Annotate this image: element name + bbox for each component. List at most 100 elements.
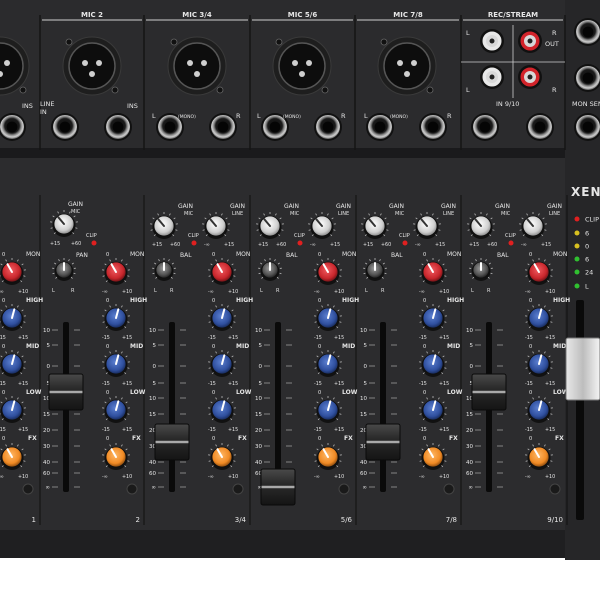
low-min-label: -15: [525, 427, 533, 433]
channel-number: 9/10: [547, 516, 563, 524]
mon-min-label: -∞: [314, 290, 320, 295]
clip-led: [91, 240, 97, 246]
rca-out-right[interactable]: [518, 29, 542, 53]
fader-slot: [169, 322, 175, 492]
fx-min-label: -∞: [208, 475, 214, 480]
mon-zero-label: 0: [106, 252, 109, 258]
line-jack-9[interactable]: [471, 113, 499, 141]
master-fader[interactable]: [565, 337, 600, 401]
mon-zero-label: 0: [529, 252, 532, 258]
out-label: OUT: [545, 40, 559, 48]
bal-r-label: R: [487, 288, 491, 294]
xlr-input-5-6[interactable]: [272, 36, 332, 96]
low-label: LOW: [130, 389, 146, 396]
channel-number: 7/8: [446, 516, 457, 524]
fader-scale-label: 15: [43, 412, 50, 418]
channel-fader[interactable]: [48, 373, 84, 411]
line-jack-6[interactable]: [314, 113, 342, 141]
bal-r-label: R: [381, 288, 385, 294]
gain-mic-label: GAIN: [284, 203, 299, 210]
high-min-label: -15: [419, 335, 427, 341]
top-panel-rim: [0, 148, 600, 158]
low-max-label: +15: [122, 427, 132, 433]
mon-label: MON: [130, 251, 144, 258]
clip-led: [508, 240, 514, 246]
channel-number: 5/6: [341, 516, 353, 524]
mid-zero-label: 0: [423, 344, 426, 350]
high-max-label: +15: [334, 335, 344, 341]
gain-mic-label: GAIN: [178, 203, 193, 210]
line-min-label: -∞: [415, 243, 421, 248]
bal-label: BAL: [497, 252, 509, 259]
xlr-input-7-8[interactable]: [377, 36, 437, 96]
fx-label: FX: [132, 435, 141, 442]
high-min-label: -15: [208, 335, 216, 341]
low-label: LOW: [447, 389, 463, 396]
channel-fader[interactable]: [260, 468, 296, 506]
fader-scale-label: 20: [255, 428, 262, 434]
fader-scale-label: 10: [149, 396, 156, 402]
low-label: LOW: [342, 389, 358, 396]
fader-scale-label: 40: [466, 460, 473, 466]
fx-zero-label: 0: [106, 436, 109, 442]
mid-max-label: +15: [334, 381, 344, 387]
gain-max-label: +60: [381, 242, 391, 248]
mon-max-label: +10: [545, 289, 555, 295]
line-jack-8[interactable]: [419, 113, 447, 141]
fx-label: FX: [449, 435, 458, 442]
fader-slot: [380, 322, 386, 492]
fx-label: FX: [28, 435, 37, 442]
high-label: HIGH: [130, 297, 147, 304]
xlr-input-3-4[interactable]: [167, 36, 227, 96]
meter-label: 6: [585, 256, 589, 264]
xlr-input-2[interactable]: [62, 36, 122, 96]
low-zero-label: 0: [318, 390, 321, 396]
line-jack-4[interactable]: [209, 113, 237, 141]
rca-out-left[interactable]: [480, 29, 504, 53]
fader-scale-label: 15: [255, 412, 262, 418]
mid-min-label: -15: [208, 381, 216, 387]
mid-zero-label: 0: [2, 344, 5, 350]
channel-fader[interactable]: [471, 373, 507, 411]
fader-scale-label: 60: [43, 471, 50, 477]
clip-led: [191, 240, 197, 246]
mid-max-label: +15: [439, 381, 449, 387]
high-max-label: +15: [439, 335, 449, 341]
fader-scale-label: 10: [255, 328, 262, 334]
fader-scale-label: 30: [255, 444, 262, 450]
fader-scale-label: ∞: [45, 485, 50, 491]
mon-max-label: +10: [228, 289, 238, 295]
rca-in-right[interactable]: [518, 65, 542, 89]
bal-r-label: R: [170, 288, 174, 294]
line-in-jack-2[interactable]: [51, 113, 79, 141]
bottom-panel-background: [0, 158, 600, 558]
low-zero-label: 0: [212, 390, 215, 396]
mon-label: MON: [447, 251, 461, 258]
mon-zero-label: 0: [2, 252, 5, 258]
fader-scale-label: 0: [47, 364, 51, 370]
channel-fader[interactable]: [365, 423, 401, 461]
line-max-label: +15: [224, 242, 234, 248]
master-fader-slot: [576, 300, 584, 520]
fader-scale-label: 60: [360, 471, 367, 477]
channel-fader[interactable]: [154, 423, 190, 461]
mid-zero-label: 0: [318, 344, 321, 350]
fader-scale-label: 40: [43, 460, 50, 466]
fader-scale-label: 10: [360, 328, 367, 334]
high-zero-label: 0: [2, 298, 5, 304]
rca-in-left[interactable]: [480, 65, 504, 89]
gain-line-label: GAIN: [441, 203, 456, 210]
ins-jack-2[interactable]: [104, 113, 132, 141]
line-min-label: -∞: [310, 243, 316, 248]
high-min-label: -15: [0, 335, 6, 341]
line-label: LINE: [232, 211, 243, 217]
bal-l-label: L: [260, 288, 263, 294]
meter-led: [574, 269, 580, 275]
fader-scale-label: 15: [149, 412, 156, 418]
fader-scale-label: 0: [364, 364, 368, 370]
mono-label-56: (MONO): [283, 114, 301, 120]
low-zero-label: 0: [423, 390, 426, 396]
high-label: HIGH: [553, 297, 570, 304]
line-jack-10[interactable]: [526, 113, 554, 141]
fader-scale-label: 5: [364, 381, 368, 387]
